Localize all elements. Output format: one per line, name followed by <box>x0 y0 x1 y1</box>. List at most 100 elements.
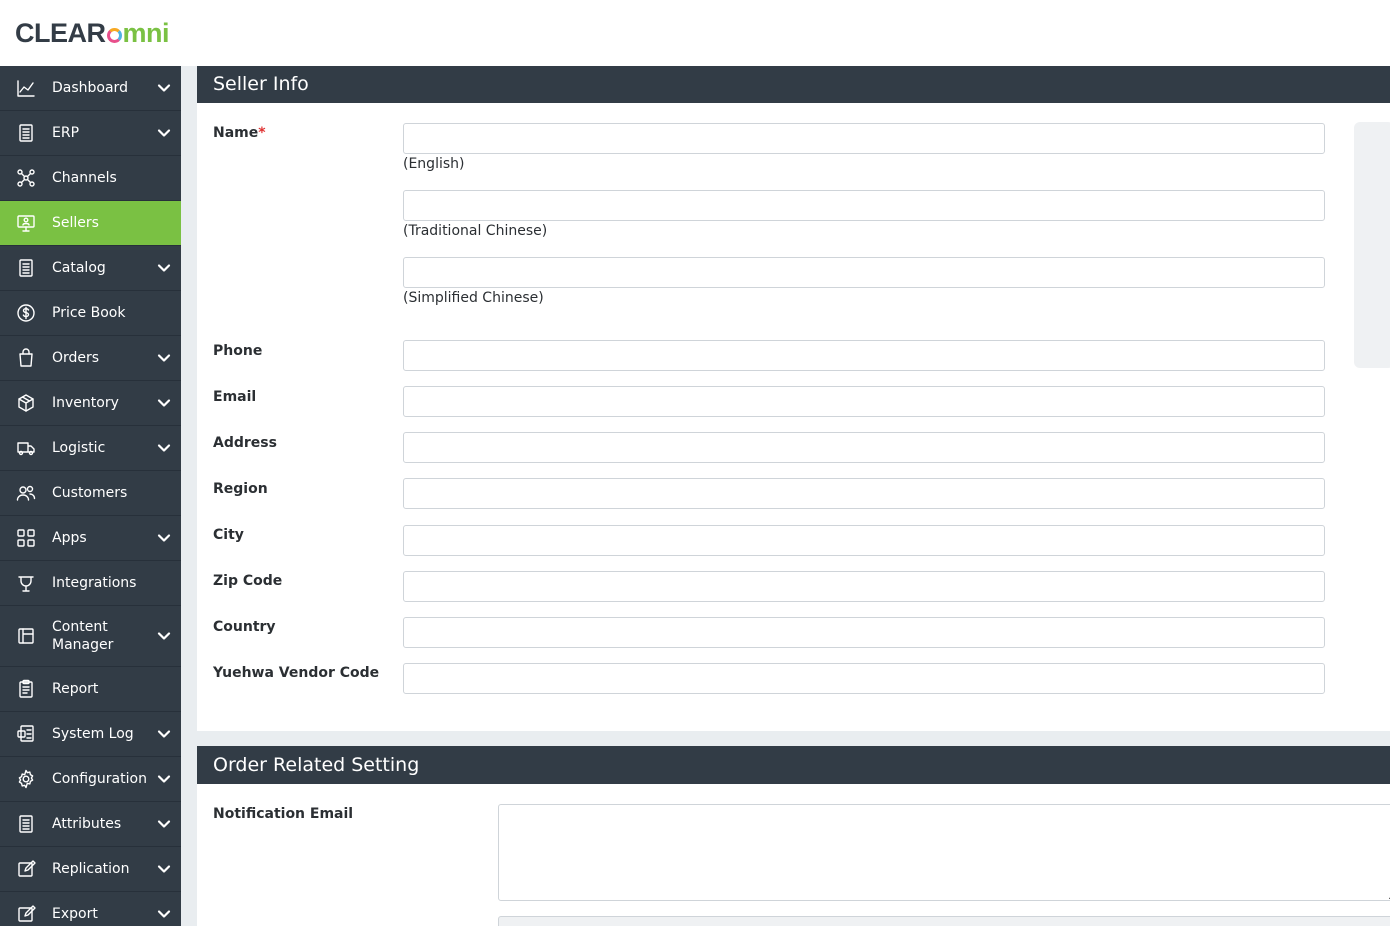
chevron-down-icon[interactable] <box>156 861 172 877</box>
sidebar-item-label: Configuration <box>52 771 147 787</box>
country-input[interactable] <box>403 617 1325 648</box>
edit-icon <box>16 904 36 924</box>
city-input[interactable] <box>403 525 1325 556</box>
gear-icon <box>16 769 36 789</box>
city-label: City <box>213 527 244 543</box>
document-list-icon <box>16 258 36 278</box>
chevron-down-icon[interactable] <box>156 440 172 456</box>
side-panel <box>1354 122 1390 368</box>
secondary-field[interactable] <box>498 916 1390 926</box>
sidebar-item-label: Dashboard <box>52 80 128 96</box>
clearomni-logo[interactable]: CLEAR mni <box>15 18 170 49</box>
seller-info-header: Seller Info <box>197 66 1390 103</box>
address-input[interactable] <box>403 432 1325 463</box>
chevron-down-icon[interactable] <box>156 726 172 742</box>
notification-email-label: Notification Email <box>213 806 354 822</box>
sidebar-item-label: Integrations <box>52 575 137 591</box>
sidebar-item-label: Sellers <box>52 215 99 231</box>
sidebar-item-label: System Log <box>52 726 134 742</box>
chevron-down-icon[interactable] <box>156 771 172 787</box>
sidebar-item-label: Export <box>52 906 98 922</box>
chevron-down-icon[interactable] <box>156 260 172 276</box>
sidebar-item-label: Report <box>52 681 99 697</box>
sidebar-item-channels[interactable]: Channels <box>0 156 181 201</box>
plug-icon <box>16 573 36 593</box>
logo-clear-text: CLEAR <box>15 18 106 48</box>
edit-icon <box>16 859 36 879</box>
phone-label: Phone <box>213 343 263 359</box>
log-icon <box>16 724 36 744</box>
sidebar-item-label: Orders <box>52 350 100 366</box>
top-bar: CLEAR mni <box>0 0 1390 66</box>
sidebar-item-replication[interactable]: Replication <box>0 847 181 892</box>
sidebar-item-label: Content Manager <box>52 619 114 653</box>
notification-email-textarea[interactable] <box>498 804 1390 901</box>
chevron-down-icon[interactable] <box>156 395 172 411</box>
chevron-down-icon[interactable] <box>156 80 172 96</box>
sidebar-item-sellers[interactable]: Sellers <box>0 201 181 246</box>
sidebar-item-configuration[interactable]: Configuration <box>0 757 181 802</box>
sidebar-item-label: Price Book <box>52 305 126 321</box>
zip-code-input[interactable] <box>403 571 1325 602</box>
name-traditional-chinese-input[interactable] <box>403 190 1325 221</box>
grid-icon <box>16 528 36 548</box>
name-simplified-chinese-hint: (Simplified Chinese) <box>403 290 544 306</box>
users-icon <box>16 483 36 503</box>
order-settings-header: Order Related Setting <box>197 746 1390 784</box>
name-simplified-chinese-input[interactable] <box>403 257 1325 288</box>
sidebar-item-label: Channels <box>52 170 117 186</box>
chevron-down-icon[interactable] <box>156 628 172 644</box>
country-label: Country <box>213 619 276 635</box>
email-input[interactable] <box>403 386 1325 417</box>
sidebar-item-apps[interactable]: Apps <box>0 516 181 561</box>
sidebar-item-system-log[interactable]: System Log <box>0 712 181 757</box>
chevron-down-icon[interactable] <box>156 350 172 366</box>
sidebar-item-label: Logistic <box>52 440 106 456</box>
sidebar-item-dashboard[interactable]: Dashboard <box>0 66 181 111</box>
chevron-down-icon[interactable] <box>156 906 172 922</box>
name-english-input[interactable] <box>403 123 1325 154</box>
chart-line-icon <box>16 78 36 98</box>
network-icon <box>16 168 36 188</box>
sidebar-item-customers[interactable]: Customers <box>0 471 181 516</box>
chevron-down-icon[interactable] <box>156 816 172 832</box>
region-label: Region <box>213 481 268 497</box>
name-english-hint: (English) <box>403 156 465 172</box>
sidebar-item-price-book[interactable]: Price Book <box>0 291 181 336</box>
truck-icon <box>16 438 36 458</box>
sidebar-item-label: Customers <box>52 485 128 501</box>
sidebar-item-inventory[interactable]: Inventory <box>0 381 181 426</box>
sidebar-item-erp[interactable]: ERP <box>0 111 181 156</box>
chevron-down-icon[interactable] <box>156 125 172 141</box>
sidebar-item-export[interactable]: Export <box>0 892 181 926</box>
region-input[interactable] <box>403 478 1325 509</box>
sidebar-item-attributes[interactable]: Attributes <box>0 802 181 847</box>
email-label: Email <box>213 389 257 405</box>
zip-code-label: Zip Code <box>213 573 283 589</box>
dollar-circle-icon <box>16 303 36 323</box>
sidebar-item-label: Attributes <box>52 816 122 832</box>
logo-ring-icon <box>106 28 122 43</box>
sidebar-item-content-manager[interactable]: Content Manager <box>0 606 181 667</box>
sidebar-item-logistic[interactable]: Logistic <box>0 426 181 471</box>
phone-input[interactable] <box>403 340 1325 371</box>
chevron-down-icon[interactable] <box>156 530 172 546</box>
monitor-user-icon <box>16 213 36 233</box>
name-label: Name* <box>213 125 266 141</box>
logo-omni-text: mni <box>106 18 170 48</box>
shopping-bag-icon <box>16 348 36 368</box>
sidebar-item-orders[interactable]: Orders <box>0 336 181 381</box>
sidebar-item-label: ERP <box>52 125 80 141</box>
document-list-icon <box>16 123 36 143</box>
required-mark: * <box>258 125 266 141</box>
box-icon <box>16 393 36 413</box>
vendor-code-input[interactable] <box>403 663 1325 694</box>
sidebar-item-integrations[interactable]: Integrations <box>0 561 181 606</box>
sidebar-item-label: Apps <box>52 530 87 546</box>
name-traditional-chinese-hint: (Traditional Chinese) <box>403 223 548 239</box>
layout-icon <box>16 626 36 646</box>
sidebar-item-report[interactable]: Report <box>0 667 181 712</box>
sidebar-item-catalog[interactable]: Catalog <box>0 246 181 291</box>
seller-info-panel: Seller Info Name* (English) (Traditional… <box>197 66 1390 731</box>
sidebar-item-label: Replication <box>52 861 130 877</box>
